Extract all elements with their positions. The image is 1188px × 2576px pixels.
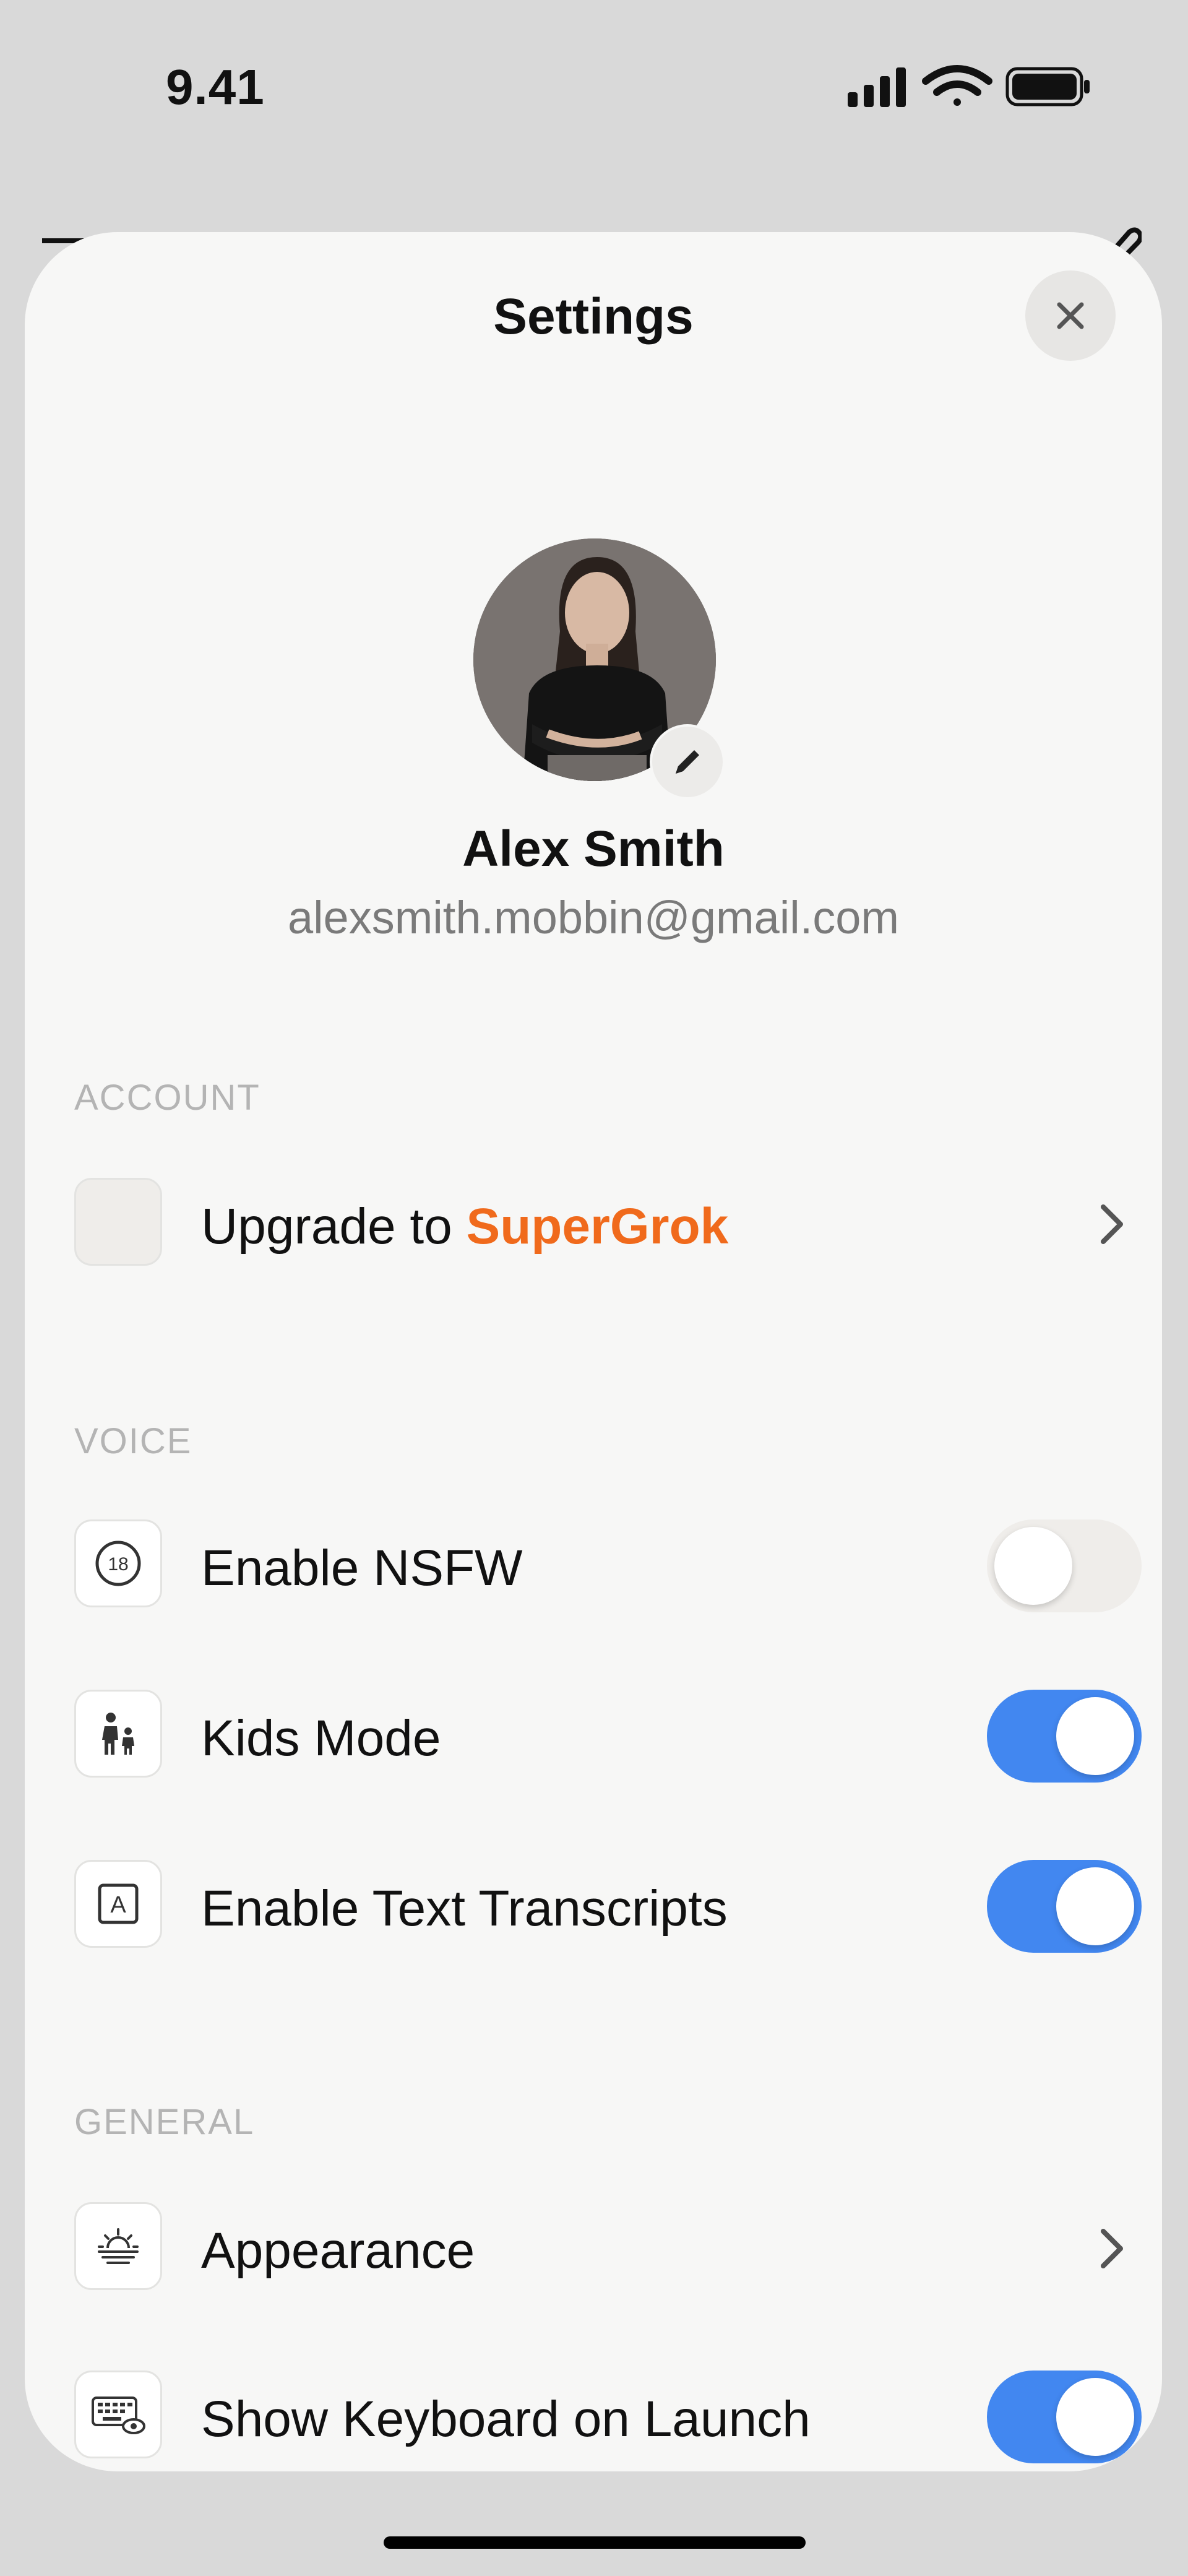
toggle-knob xyxy=(1056,1867,1134,1945)
section-label-general: GENERAL xyxy=(74,2102,255,2142)
nsfw-badge-text: 18 xyxy=(108,1554,128,1575)
parent-child-icon xyxy=(74,1690,162,1778)
edit-avatar-button[interactable] xyxy=(650,724,725,800)
wifi-icon xyxy=(922,65,992,106)
transcripts-badge-text: A xyxy=(110,1892,126,1918)
home-indicator xyxy=(384,2536,806,2549)
show-keyboard-row: Show Keyboard on Launch xyxy=(74,2371,1142,2463)
chevron-right-icon xyxy=(1101,1204,1123,1244)
section-label-account: ACCOUNT xyxy=(74,1078,260,1118)
kids-mode-toggle[interactable] xyxy=(987,1690,1142,1783)
profile-name: Alex Smith xyxy=(462,821,725,877)
chevron-right-icon xyxy=(1101,2229,1123,2268)
sheet-title: Settings xyxy=(493,288,694,345)
close-button[interactable] xyxy=(1025,270,1116,361)
enable-nsfw-row: 18 Enable NSFW xyxy=(74,1519,1142,1612)
profile-email: alexsmith.mobbin@gmail.com xyxy=(287,892,900,943)
enable-nsfw-label: Enable NSFW xyxy=(201,1540,523,1596)
signal-icon xyxy=(848,67,906,107)
blank-tile-icon xyxy=(74,1178,162,1266)
appearance-row[interactable]: Appearance xyxy=(74,2202,1142,2295)
upgrade-prefix: Upgrade to xyxy=(201,1198,467,1255)
toggle-knob xyxy=(994,1527,1072,1605)
show-keyboard-label: Show Keyboard on Launch xyxy=(201,2391,811,2447)
pencil-icon xyxy=(676,750,699,774)
text-transcripts-row: A Enable Text Transcripts xyxy=(74,1860,1142,1953)
upgrade-label: Upgrade to SuperGrok xyxy=(201,1198,728,1256)
kids-mode-label: Kids Mode xyxy=(201,1710,441,1766)
upgrade-supergrok-row[interactable]: Upgrade to SuperGrok xyxy=(74,1178,1142,1271)
enable-nsfw-toggle[interactable] xyxy=(987,1519,1142,1612)
toggle-knob xyxy=(1056,1697,1134,1775)
settings-sheet: Settings Alex Smith alexsmith.mobbin@gma… xyxy=(25,232,1162,2471)
sunrise-icon xyxy=(74,2202,162,2290)
section-label-voice: VOICE xyxy=(74,1421,192,1461)
battery-icon xyxy=(1005,67,1090,106)
close-icon xyxy=(1057,302,1084,329)
show-keyboard-toggle[interactable] xyxy=(987,2371,1142,2463)
appearance-label: Appearance xyxy=(201,2223,475,2279)
text-transcripts-label: Enable Text Transcripts xyxy=(201,1880,728,1937)
status-icons xyxy=(848,65,1090,107)
status-time: 9.41 xyxy=(166,59,265,115)
age-18-icon: 18 xyxy=(74,1519,162,1607)
text-box-icon: A xyxy=(74,1860,162,1948)
upgrade-highlight: SuperGrok xyxy=(466,1198,729,1255)
toggle-knob xyxy=(1056,2378,1134,2456)
keyboard-eye-icon xyxy=(74,2371,162,2458)
kids-mode-row: Kids Mode xyxy=(74,1690,1142,1783)
text-transcripts-toggle[interactable] xyxy=(987,1860,1142,1953)
